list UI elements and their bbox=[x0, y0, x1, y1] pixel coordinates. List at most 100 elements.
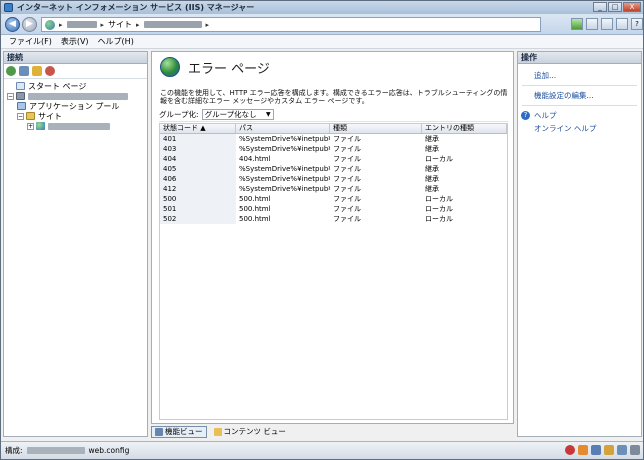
action-online-help[interactable]: オンライン ヘルプ bbox=[518, 122, 641, 135]
table-row[interactable]: 500 500.html ファイル ローカル bbox=[160, 194, 507, 204]
site-name bbox=[48, 122, 110, 130]
error-pages-icon bbox=[160, 57, 180, 77]
tray-security-icon[interactable] bbox=[565, 445, 575, 455]
cell-entry-type: ローカル bbox=[425, 215, 453, 223]
tab-label: コンテンツ ビュー bbox=[223, 427, 286, 436]
column-header-entry-type[interactable]: エントリの種類 bbox=[422, 124, 507, 133]
divider bbox=[522, 105, 637, 106]
tab-features-view[interactable]: 機能ビュー bbox=[151, 425, 207, 438]
group-by-select[interactable]: グループ化なし ▼ bbox=[201, 109, 274, 120]
tray-language-icon[interactable] bbox=[591, 445, 601, 455]
breadcrumb-separator[interactable]: ▸ bbox=[206, 21, 210, 29]
status-bar: 構成: web.config bbox=[1, 441, 643, 459]
site-globe-icon bbox=[36, 122, 45, 130]
tray-input-icon[interactable] bbox=[604, 445, 614, 455]
column-header-type[interactable]: 種類 bbox=[330, 124, 422, 133]
cell-status-code: 403 bbox=[160, 144, 236, 154]
breadcrumb-site[interactable] bbox=[143, 21, 202, 28]
cell-status-code: 412 bbox=[160, 184, 236, 194]
cell-path: %SystemDrive%¥inetpub¥c... bbox=[239, 145, 330, 153]
table-row[interactable]: 405%SystemDrive%¥inetpub¥c...ファイル 継承 bbox=[160, 164, 507, 174]
column-header-path[interactable]: パス bbox=[236, 124, 330, 133]
table-row[interactable]: 401%SystemDrive%¥inetpub¥c...ファイル 継承 bbox=[160, 134, 507, 144]
breadcrumb-sites[interactable]: サイト bbox=[108, 19, 132, 30]
cell-path: 500.html bbox=[239, 215, 271, 223]
action-help[interactable]: ? ヘルプ bbox=[518, 109, 641, 122]
cell-status-code: 406 bbox=[160, 174, 236, 184]
breadcrumb-server[interactable] bbox=[66, 21, 97, 28]
action-add[interactable]: 追加... bbox=[518, 69, 641, 82]
cell-entry-type: 継承 bbox=[425, 175, 439, 183]
menu-file[interactable]: ファイル(F) bbox=[9, 36, 52, 47]
window-controls: _ □ X bbox=[593, 2, 641, 12]
tree-item-sites[interactable]: − サイト bbox=[7, 111, 147, 121]
actions-header: 操作 bbox=[518, 52, 641, 64]
connect-icon[interactable] bbox=[6, 66, 16, 76]
tree-item-app-pools[interactable]: アプリケーション プール bbox=[7, 101, 147, 111]
table-row[interactable]: 404 404.html ファイル ローカル bbox=[160, 154, 507, 164]
table-row[interactable]: 406%SystemDrive%¥inetpub¥c...ファイル 継承 bbox=[160, 174, 507, 184]
error-pages-grid: 状態コード ▲ パス 種類 エントリの種類 401 %SystemDrive%¥i… bbox=[159, 123, 508, 420]
cell-type: ファイル bbox=[333, 205, 361, 213]
go-icon[interactable] bbox=[571, 18, 583, 30]
divider bbox=[522, 85, 637, 86]
table-row[interactable]: 501 500.html ファイル ローカル bbox=[160, 204, 507, 214]
address-bar[interactable]: ▸ ▸ サイト ▸ ▸ bbox=[41, 17, 541, 32]
tree-item-start-page[interactable]: スタート ページ bbox=[7, 81, 147, 91]
close-button[interactable]: X bbox=[623, 2, 641, 12]
forward-button[interactable]: ▶ bbox=[22, 17, 37, 32]
cell-entry-type: 継承 bbox=[425, 135, 439, 143]
table-row[interactable]: 403%SystemDrive%¥inetpub¥c...ファイル 継承 bbox=[160, 144, 507, 154]
disconnect-icon[interactable] bbox=[45, 66, 55, 76]
table-row[interactable]: 502 500.html ファイル ローカル bbox=[160, 214, 507, 224]
cell-type: ファイル bbox=[333, 155, 361, 163]
cell-status-code: 404 bbox=[160, 154, 236, 164]
save-icon[interactable] bbox=[19, 66, 29, 76]
table-row[interactable]: 412%SystemDrive%¥inetpub¥c...ファイル 継承 bbox=[160, 184, 507, 194]
breadcrumb-separator[interactable]: ▸ bbox=[101, 21, 105, 29]
tab-content-view[interactable]: コンテンツ ビュー bbox=[211, 426, 289, 438]
home-icon[interactable] bbox=[616, 18, 628, 30]
tree-label: サイト bbox=[38, 111, 62, 121]
menu-view[interactable]: 表示(V) bbox=[61, 36, 89, 47]
action-label: ヘルプ bbox=[534, 111, 557, 120]
status-path bbox=[26, 447, 85, 454]
cell-entry-type: 継承 bbox=[425, 145, 439, 153]
tray-alert-icon[interactable] bbox=[578, 445, 588, 455]
expand-icon[interactable]: + bbox=[27, 122, 34, 130]
cell-entry-type: ローカル bbox=[425, 205, 453, 213]
cell-path: %SystemDrive%¥inetpub¥c... bbox=[239, 175, 330, 183]
address-toolbar: ◀ ▶ ▸ ▸ サイト ▸ ▸ ? bbox=[1, 14, 643, 35]
up-folder-icon[interactable] bbox=[32, 66, 42, 76]
collapse-icon[interactable]: − bbox=[17, 112, 24, 120]
cell-path: %SystemDrive%¥inetpub¥c... bbox=[239, 135, 330, 143]
stop-icon[interactable] bbox=[601, 18, 613, 30]
view-tabs: 機能ビュー コンテンツ ビュー bbox=[151, 425, 514, 438]
refresh-icon[interactable] bbox=[586, 18, 598, 30]
app-pool-icon bbox=[17, 102, 26, 110]
tree-item-site[interactable]: + bbox=[7, 121, 147, 131]
cell-path: %SystemDrive%¥inetpub¥c... bbox=[239, 185, 330, 193]
status-label: 構成: bbox=[5, 446, 23, 455]
column-header-status-code[interactable]: 状態コード ▲ bbox=[160, 124, 236, 133]
maximize-button[interactable]: □ bbox=[608, 2, 622, 12]
folder-icon bbox=[26, 112, 35, 120]
connections-header: 接続 bbox=[4, 52, 147, 64]
breadcrumb-separator[interactable]: ▸ bbox=[59, 21, 63, 29]
tree-label: スタート ページ bbox=[28, 81, 87, 91]
breadcrumb-separator[interactable]: ▸ bbox=[136, 21, 140, 29]
tray-ime-icon[interactable] bbox=[617, 445, 627, 455]
action-edit-feature-settings[interactable]: 機能設定の編集... bbox=[518, 89, 641, 102]
tree-item-server[interactable]: − bbox=[7, 91, 147, 101]
back-button[interactable]: ◀ bbox=[5, 17, 20, 32]
cell-type: ファイル bbox=[333, 145, 361, 153]
collapse-icon[interactable]: − bbox=[7, 92, 14, 100]
content-view-icon bbox=[213, 427, 222, 436]
help-dropdown-icon[interactable]: ? bbox=[631, 18, 643, 30]
connections-tree: スタート ページ − アプリケーション プール − サイト + bbox=[4, 79, 147, 131]
page-description: この機能を使用して、HTTP エラー応答を構成します。構成できるエラー応答は、ト… bbox=[160, 89, 508, 105]
system-tray bbox=[565, 445, 640, 455]
menu-help[interactable]: ヘルプ(H) bbox=[98, 36, 134, 47]
cell-entry-type: ローカル bbox=[425, 195, 453, 203]
minimize-button[interactable]: _ bbox=[593, 2, 607, 12]
